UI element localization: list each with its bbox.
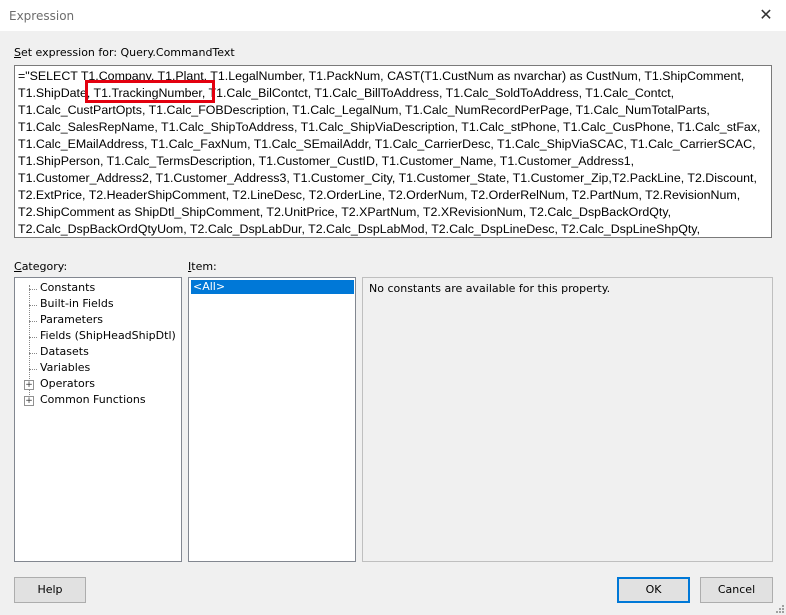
tree-connector (29, 369, 37, 370)
tree-item-label: Built-in Fields (40, 297, 114, 310)
expression-line: T1.Calc_CustPartOpts, T1.Calc_FOBDescrip… (18, 103, 710, 117)
expression-line: T2.Calc_DspBackOrdQtyUom, T2.Calc_DspLab… (18, 222, 701, 236)
expression-line: T1.ShipPerson, T1.Calc_TermsDescription,… (18, 154, 635, 168)
ok-button[interactable]: OK (617, 577, 690, 603)
tree-item-label: Operators (40, 377, 95, 390)
tracking-number-highlight-box (85, 80, 215, 103)
expression-label: Set expression for: Query.CommandText (14, 46, 235, 59)
category-tree[interactable]: Constants Built-in Fields Parameters Fie… (14, 277, 182, 562)
expand-plus-icon[interactable]: + (24, 380, 34, 390)
category-label: Category: (14, 260, 67, 273)
expression-line: T1.Calc_SalesRepName, T1.Calc_ShipToAddr… (18, 120, 761, 134)
expression-label-text: et expression for: Query.CommandText (20, 46, 235, 59)
item-list[interactable]: <All> (188, 277, 356, 562)
category-label-accesskey: C (14, 260, 22, 273)
tree-item-label: Constants (40, 281, 96, 294)
expand-plus-icon[interactable]: + (24, 396, 34, 406)
tree-item-label: Datasets (40, 345, 89, 358)
expression-line: T1.Calc_EMailAddress, T1.Calc_FaxNum, T1… (18, 137, 756, 151)
resize-grip-icon[interactable] (774, 603, 784, 613)
help-button[interactable]: Help (14, 577, 86, 603)
expression-line: T2.ExtPrice, T2.HeaderShipComment, T2.Li… (18, 188, 741, 202)
tree-item-label: Variables (40, 361, 91, 374)
close-icon[interactable]: ✕ (756, 6, 776, 26)
item-all-selected[interactable]: <All> (191, 280, 354, 294)
expression-line: T1.Customer_Address2, T1.Customer_Addres… (18, 171, 757, 185)
tree-connector (29, 305, 37, 306)
description-panel: No constants are available for this prop… (362, 277, 773, 562)
tree-connector (29, 353, 37, 354)
category-label-text: ategory: (21, 260, 68, 273)
description-text: No constants are available for this prop… (369, 282, 611, 295)
tree-item-label: Parameters (40, 313, 103, 326)
window-title: Expression (9, 9, 75, 23)
expression-label-accesskey: S (14, 46, 21, 59)
cancel-button[interactable]: Cancel (700, 577, 773, 603)
tree-connector (29, 337, 37, 338)
item-label-text: tem: (191, 260, 217, 273)
tree-item-label: Common Functions (40, 393, 146, 406)
item-label: Item: (188, 260, 217, 273)
tree-connector (29, 289, 37, 290)
tree-item-label: Fields (ShipHeadShipDtl) (40, 329, 176, 342)
tree-connector (29, 321, 37, 322)
expression-line: T2.ShipComment as ShipDtl_ShipComment, T… (18, 205, 672, 219)
title-bar: Expression ✕ (0, 0, 786, 31)
